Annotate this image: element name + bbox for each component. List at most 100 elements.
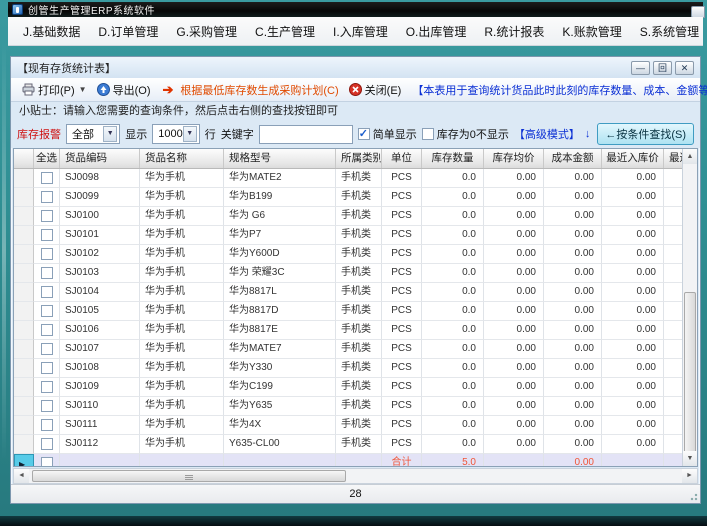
- column-header[interactable]: [14, 149, 34, 168]
- column-header[interactable]: 最近入库价: [602, 149, 664, 168]
- vertical-scrollbar[interactable]: ▲ ▼: [682, 149, 697, 466]
- menu-item[interactable]: R.统计报表: [475, 20, 553, 43]
- menu-item[interactable]: K.账款管理: [553, 20, 630, 43]
- table-row[interactable]: SJ0108华为手机华为Y330手机类PCS0.00.000.000.00: [14, 359, 682, 378]
- menu-item[interactable]: D.订单管理: [89, 20, 167, 43]
- child-close-button[interactable]: ✕: [675, 61, 694, 75]
- table-row[interactable]: SJ0109华为手机华为C199手机类PCS0.00.000.000.00: [14, 378, 682, 397]
- vertical-scroll-thumb[interactable]: [684, 292, 696, 454]
- cell-extra: [664, 283, 682, 302]
- row-checkbox[interactable]: [41, 324, 53, 336]
- row-checkbox[interactable]: [41, 305, 53, 317]
- scroll-left-icon[interactable]: ◄: [14, 469, 29, 483]
- table-row[interactable]: SJ0099华为手机华为B199手机类PCS0.00.000.000.00: [14, 188, 682, 207]
- table-row[interactable]: SJ0107华为手机华为MATE7手机类PCS0.00.000.000.00: [14, 340, 682, 359]
- row-selector[interactable]: [14, 207, 34, 226]
- row-checkbox[interactable]: [41, 286, 53, 298]
- row-selector[interactable]: [14, 226, 34, 245]
- menu-item[interactable]: C.生产管理: [246, 20, 324, 43]
- column-header[interactable]: 全选: [34, 149, 60, 168]
- generate-plan-button[interactable]: ➔ 根据最低库存数生成采购计划(C): [157, 81, 341, 99]
- menu-item[interactable]: I.入库管理: [324, 20, 397, 43]
- row-selector[interactable]: [14, 283, 34, 302]
- print-dropdown-caret[interactable]: ▼: [79, 85, 87, 94]
- row-checkbox[interactable]: [41, 419, 53, 431]
- menu-item[interactable]: J.基础数据: [14, 20, 89, 43]
- column-header[interactable]: 规格型号: [224, 149, 336, 168]
- hide-zero-stock-checkbox[interactable]: 库存为0不显示: [422, 126, 509, 142]
- menu-item[interactable]: G.采购管理: [167, 20, 246, 43]
- row-checkbox[interactable]: [41, 172, 53, 184]
- cell-qty: 0.0: [422, 245, 484, 264]
- table-row[interactable]: SJ0105华为手机华为8817D手机类PCS0.00.000.000.00: [14, 302, 682, 321]
- column-header[interactable]: 库存数量: [422, 149, 484, 168]
- row-selector[interactable]: [14, 264, 34, 283]
- row-selector[interactable]: [14, 397, 34, 416]
- row-checkbox[interactable]: [41, 210, 53, 222]
- scroll-right-icon[interactable]: ►: [682, 469, 697, 483]
- horizontal-scrollbar[interactable]: ◄ ►: [13, 468, 698, 484]
- row-selector[interactable]: [14, 359, 34, 378]
- scroll-down-icon[interactable]: ▼: [683, 451, 697, 466]
- column-header[interactable]: 最近出: [664, 149, 682, 168]
- table-row[interactable]: SJ0104华为手机华为8817L手机类PCS0.00.000.000.00: [14, 283, 682, 302]
- print-button[interactable]: 打印(P) ▼: [19, 81, 90, 99]
- horizontal-scroll-thumb[interactable]: [32, 470, 346, 482]
- menu-item[interactable]: O.出库管理: [397, 20, 476, 43]
- child-minimize-button[interactable]: —: [631, 61, 650, 75]
- table-row[interactable]: SJ0112华为手机Y635-CL00手机类PCS0.00.000.000.00: [14, 435, 682, 454]
- row-limit-select[interactable]: 1000 ▼: [152, 124, 199, 144]
- row-selector[interactable]: [14, 321, 34, 340]
- cell-qty: 0.0: [422, 226, 484, 245]
- table-row[interactable]: SJ0100华为手机华为 G6手机类PCS0.00.000.000.00: [14, 207, 682, 226]
- row-checkbox[interactable]: [41, 267, 53, 279]
- column-header[interactable]: 所属类别: [336, 149, 382, 168]
- advanced-mode-link[interactable]: 【高级模式】: [514, 126, 580, 142]
- column-header[interactable]: 成本金额: [544, 149, 602, 168]
- cell-last_in_price: 0.00: [602, 264, 664, 283]
- table-row[interactable]: SJ0098华为手机华为MATE2手机类PCS0.00.000.000.00: [14, 169, 682, 188]
- keyword-input[interactable]: [259, 125, 353, 144]
- table-row[interactable]: SJ0103华为手机华为 荣耀3C手机类PCS0.00.000.000.00: [14, 264, 682, 283]
- simple-display-checkbox[interactable]: 简单显示: [358, 126, 417, 142]
- row-checkbox[interactable]: [41, 229, 53, 241]
- row-selector[interactable]: [14, 188, 34, 207]
- row-selector[interactable]: [14, 340, 34, 359]
- child-restore-button[interactable]: 回: [653, 61, 672, 75]
- column-header[interactable]: 库存均价: [484, 149, 544, 168]
- column-header[interactable]: 单位: [382, 149, 422, 168]
- row-checkbox[interactable]: [41, 343, 53, 355]
- row-checkbox[interactable]: [41, 362, 53, 374]
- row-checkbox[interactable]: [41, 400, 53, 412]
- table-row[interactable]: SJ0110华为手机华为Y635手机类PCS0.00.000.000.00: [14, 397, 682, 416]
- menu-item[interactable]: S.系统管理: [631, 20, 707, 43]
- row-checkbox[interactable]: [41, 457, 53, 466]
- row-selector[interactable]: [14, 245, 34, 264]
- row-selector[interactable]: [14, 302, 34, 321]
- search-button[interactable]: ←按条件查找(S): [597, 123, 694, 145]
- row-checkbox[interactable]: [41, 248, 53, 260]
- table-row[interactable]: SJ0101华为手机华为P7手机类PCS0.00.000.000.00: [14, 226, 682, 245]
- printer-icon: [22, 83, 35, 96]
- column-header[interactable]: 货品名称: [140, 149, 224, 168]
- table-row[interactable]: SJ0111华为手机华为4X手机类PCS0.00.000.000.00: [14, 416, 682, 435]
- row-selector[interactable]: [14, 416, 34, 435]
- table-row[interactable]: SJ0106华为手机华为8817E手机类PCS0.00.000.000.00: [14, 321, 682, 340]
- scroll-up-icon[interactable]: ▲: [683, 149, 697, 164]
- column-header[interactable]: 货品编码: [60, 149, 140, 168]
- table-row[interactable]: SJ0102华为手机华为Y600D手机类PCS0.00.000.000.00: [14, 245, 682, 264]
- row-checkbox[interactable]: [41, 381, 53, 393]
- close-report-button[interactable]: 关闭(E): [346, 81, 405, 99]
- cell-last_in_price: 0.00: [602, 169, 664, 188]
- row-selector[interactable]: [14, 169, 34, 188]
- cell-last_in_price: 0.00: [602, 245, 664, 264]
- cell-category: 手机类: [336, 321, 382, 340]
- cell-cost_amount: 0.00: [544, 264, 602, 283]
- stock-alert-select[interactable]: 全部 ▼: [66, 124, 120, 144]
- row-selector[interactable]: [14, 435, 34, 454]
- row-checkbox[interactable]: [41, 438, 53, 450]
- export-button[interactable]: 导出(O): [94, 81, 154, 99]
- row-checkbox[interactable]: [41, 191, 53, 203]
- resize-grip[interactable]: [688, 491, 698, 501]
- row-selector[interactable]: [14, 378, 34, 397]
